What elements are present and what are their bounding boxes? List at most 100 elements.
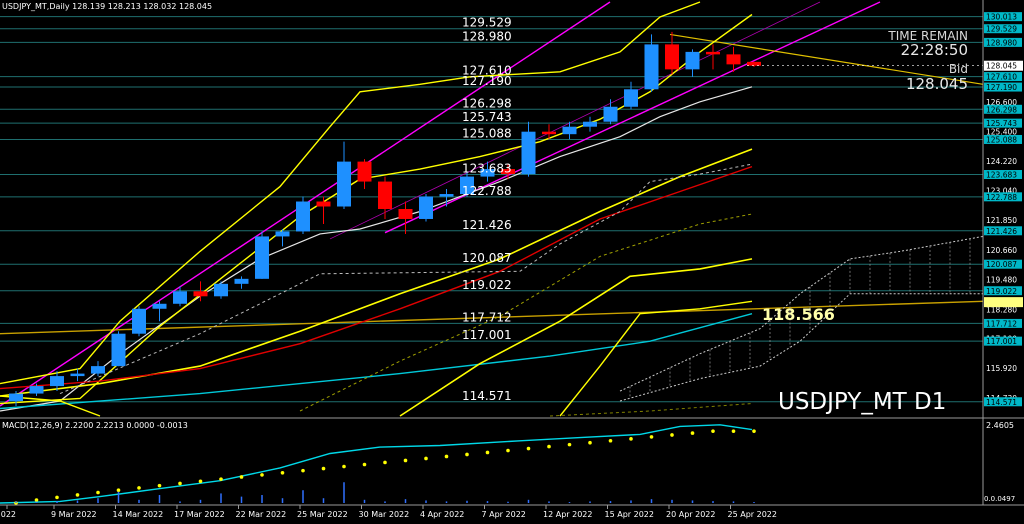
level-marker-label: 119.022	[986, 287, 1017, 296]
level-label: 119.022	[462, 278, 512, 292]
level-marker-label: 114.571	[986, 398, 1017, 407]
macd-panel: MACD(12,26,9) 2.2200 2.2213 0.0000 -0.00…	[0, 417, 1024, 505]
level-marker-label: 130.013	[986, 13, 1017, 22]
macd-signal-dot	[301, 468, 305, 473]
macd-signal-dot	[239, 475, 244, 479]
candle-body	[91, 366, 105, 374]
level-marker-label: 127.190	[986, 83, 1017, 92]
macd-signal-dot	[506, 448, 510, 453]
candle-body	[624, 89, 638, 107]
macd-signal-dot	[649, 435, 654, 439]
candle-body	[439, 194, 454, 197]
level-label: 120.087	[462, 251, 512, 265]
macd-signal-dot	[588, 440, 592, 445]
candle-body	[316, 201, 331, 207]
level-marker-label: 120.087	[986, 260, 1017, 269]
time-tick-label: 14 Mar 2022	[113, 510, 164, 519]
level-label: 117.712	[462, 310, 512, 324]
macd-signal-dot	[424, 456, 428, 461]
level-marker-label: 123.683	[986, 171, 1017, 180]
price-tick-label: 121.850	[986, 216, 1017, 225]
level-marker-label: 121.426	[986, 227, 1017, 236]
macd-signal-dot	[342, 464, 346, 469]
channel-mid-line	[329, 1, 821, 240]
candle-body	[747, 61, 761, 66]
macd-signal-dot	[383, 460, 387, 465]
candle-body	[706, 51, 720, 55]
macd-main-line	[0, 424, 753, 504]
candle-body	[152, 303, 167, 309]
level-marker-label: 125.743	[986, 119, 1017, 128]
candle-body	[9, 393, 23, 402]
level-marker-label: 128.980	[986, 38, 1017, 47]
level-marker-label: 125.088	[986, 135, 1017, 144]
macd-signal-dot	[75, 493, 80, 497]
time-tick-label: 9 Mar 2022	[51, 510, 97, 519]
price-tick-label: 120.660	[986, 246, 1017, 255]
time-tick-label: 25 Mar 2022	[297, 510, 348, 519]
chart-canvas[interactable]: 129.529128.980127.610127.190126.298125.7…	[0, 0, 1024, 524]
macd-signal-dot	[547, 444, 551, 449]
candle-body	[542, 131, 556, 135]
price-tick-label: 115.920	[986, 364, 1017, 373]
symbol-watermark: USDJPY_MT D1	[778, 389, 946, 415]
level-label: 129.529	[462, 16, 512, 30]
price-axis: 128.045126.600125.400124.220123.040121.8…	[982, 0, 1024, 418]
candle-body	[521, 131, 536, 175]
bid-label: Bid	[949, 62, 968, 76]
macd-signal-dot	[403, 458, 408, 463]
macd-signal-dot	[731, 429, 736, 433]
macd-signal-dot	[34, 498, 39, 502]
time-tick-label: 25 Apr 2022	[728, 510, 777, 519]
macd-signal-dot	[629, 437, 633, 441]
level-label: 122.788	[462, 184, 512, 198]
candle-body	[234, 278, 249, 284]
time-tick-label: 30 Mar 2022	[359, 510, 410, 519]
price-tick-label: 119.480	[986, 275, 1017, 284]
time-tick-label: 22 Mar 2022	[236, 510, 287, 519]
macd-label: MACD(12,26,9) 2.2200 2.2213 0.0000 -0.00…	[2, 421, 188, 430]
level-label: 114.571	[462, 389, 512, 403]
candle-body	[214, 283, 228, 297]
level-label: 125.743	[462, 110, 512, 124]
candle-body	[255, 236, 269, 279]
callout-price: 118.566	[762, 305, 835, 324]
candle-body	[665, 44, 679, 70]
time-tick-label: Mar 2022	[0, 510, 16, 519]
macd-signal-dot	[670, 433, 674, 437]
candle-body	[562, 126, 577, 135]
macd-signal-dot	[567, 442, 572, 447]
symbol-info-header: USDJPY_MT,Daily 128.139 128.213 128.032 …	[2, 2, 212, 11]
macd-signal-dot	[321, 466, 326, 471]
level-marker-label: 117.001	[986, 337, 1017, 346]
candle-body	[726, 54, 741, 65]
candle-body	[398, 209, 413, 219]
level-marker-label: 122.788	[986, 193, 1017, 202]
level-label: 117.001	[462, 328, 512, 342]
macd-signal-dot	[219, 477, 223, 481]
macd-signal-dot	[96, 490, 100, 495]
time-tick-label: 7 Apr 2022	[482, 510, 526, 519]
macd-bottom-value: 0.0.0497	[984, 495, 1015, 503]
candle-body	[357, 161, 372, 182]
level-marker-label: 127.610	[986, 73, 1017, 82]
candle-body	[132, 308, 146, 334]
ma-yellow-bottom	[559, 300, 753, 417]
level-labels: 129.529128.980127.610127.190126.298125.7…	[462, 16, 512, 403]
candle-body	[378, 181, 392, 209]
level-label: 127.190	[462, 74, 512, 88]
macd-signal-dot	[526, 446, 531, 451]
macd-signal-dot	[711, 429, 715, 433]
dashed-gray-1	[59, 163, 753, 395]
macd-signal-dot	[157, 483, 162, 488]
candle-body	[337, 161, 351, 207]
level-label: 128.980	[462, 29, 512, 43]
macd-signal-dot	[485, 450, 490, 455]
level-label: 123.683	[462, 162, 512, 176]
macd-top-value: 2.4605	[986, 421, 1014, 430]
dashed-yellow-1	[299, 213, 753, 412]
candle-body	[29, 386, 44, 394]
macd-signal-dot	[178, 481, 182, 486]
candle-body	[111, 333, 126, 367]
price-tick-label: 124.220	[986, 157, 1017, 166]
